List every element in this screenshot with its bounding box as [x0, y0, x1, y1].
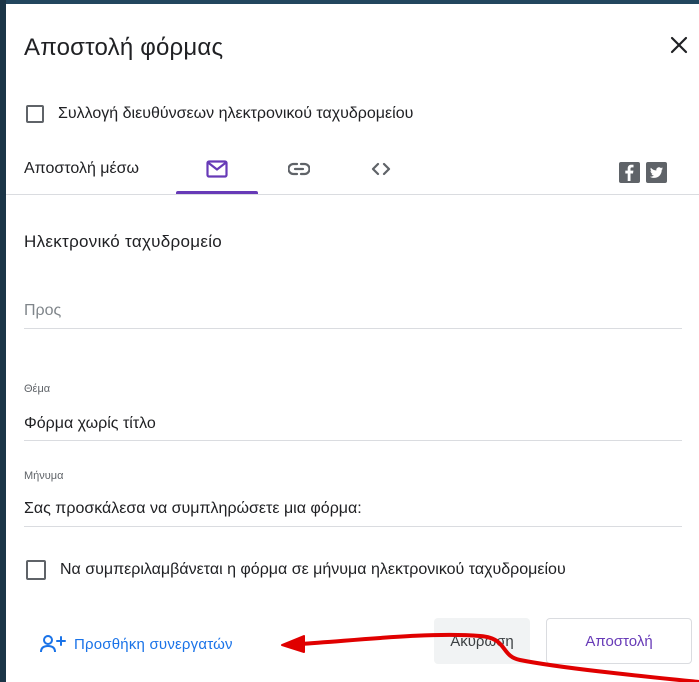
include-form-row: Να συμπεριλαμβάνεται η φόρμα σε μήνυμα η…	[26, 560, 566, 580]
collect-emails-label: Συλλογή διευθύνσεων ηλεκτρονικού ταχυδρο…	[58, 105, 414, 122]
mail-icon	[206, 160, 228, 178]
active-tab-indicator	[176, 191, 258, 194]
to-input-underline	[24, 328, 682, 329]
add-person-icon	[40, 635, 66, 653]
send-button[interactable]: Αποστολή	[546, 618, 692, 664]
send-via-bar: Αποστολή μέσω	[6, 144, 699, 195]
collect-emails-checkbox[interactable]	[26, 105, 44, 123]
send-via-label: Αποστολή μέσω	[24, 160, 140, 177]
cancel-button[interactable]: Ακύρωση	[434, 618, 530, 664]
subject-label: Θέμα	[24, 383, 51, 395]
add-collaborators-label: Προσθήκη συνεργατών	[74, 635, 233, 653]
facebook-icon[interactable]	[619, 162, 640, 183]
twitter-icon[interactable]	[646, 162, 667, 183]
subject-input[interactable]: Φόρμα χωρίς τίτλο	[24, 415, 156, 433]
collect-emails-row: Συλλογή διευθύνσεων ηλεκτρονικού ταχυδρο…	[26, 105, 413, 123]
dialog-title: Αποστολή φόρμας	[24, 34, 224, 61]
subject-input-underline	[24, 440, 682, 441]
message-input[interactable]: Σας προσκάλεσα να συμπληρώσετε μια φόρμα…	[24, 500, 362, 518]
tab-link[interactable]	[258, 144, 340, 194]
include-form-checkbox[interactable]	[26, 560, 46, 580]
to-input[interactable]: Προς	[24, 302, 61, 320]
tab-embed[interactable]	[340, 144, 422, 194]
link-icon	[288, 162, 310, 176]
send-form-dialog: Αποστολή φόρμας Συλλογή διευθύνσεων ηλεκ…	[6, 4, 699, 682]
email-section-title: Ηλεκτρονικό ταχυδρομείο	[24, 232, 223, 251]
message-label: Μήνυμα	[24, 470, 64, 482]
include-form-label: Να συμπεριλαμβάνεται η φόρμα σε μήνυμα η…	[60, 561, 566, 578]
close-icon[interactable]	[666, 32, 692, 58]
message-input-underline	[24, 526, 682, 527]
embed-code-icon	[371, 162, 391, 176]
tab-email[interactable]	[176, 144, 258, 194]
add-collaborators-button[interactable]: Προσθήκη συνεργατών	[40, 634, 233, 654]
